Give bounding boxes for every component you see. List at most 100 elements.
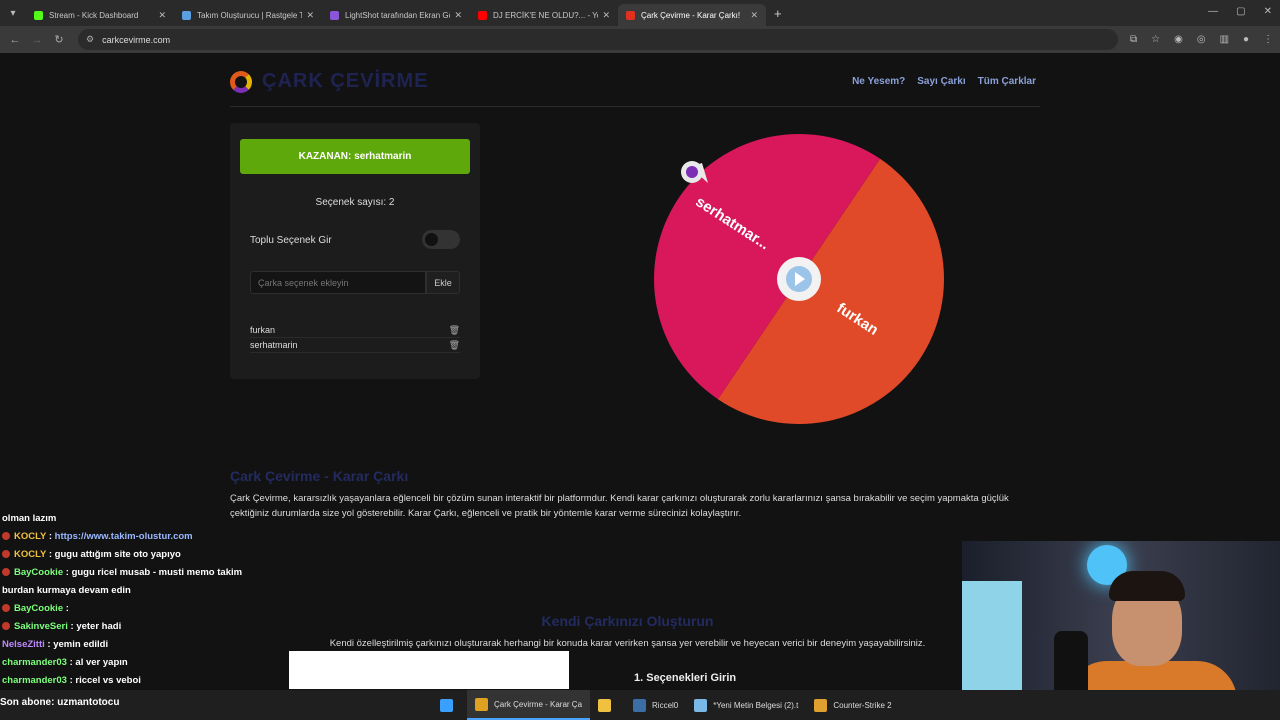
chat-username: BayCookie bbox=[14, 603, 64, 614]
forward-icon[interactable]: → bbox=[26, 34, 48, 46]
site-info-icon[interactable]: ⚙ bbox=[86, 34, 94, 45]
chat-badge-icon bbox=[2, 568, 10, 577]
nav-tum-carklar[interactable]: Tüm Çarklar bbox=[978, 76, 1036, 87]
nav-sayi-carki[interactable]: Sayı Çarkı bbox=[917, 76, 965, 87]
taskbar-app-label: Çark Çevirme - Karar Ça bbox=[494, 699, 583, 709]
chat-message: burdan kurmaya devam edin bbox=[0, 582, 290, 600]
trash-icon[interactable]: 🗑 bbox=[449, 325, 460, 336]
trash-icon[interactable]: 🗑 bbox=[449, 340, 460, 351]
chat-badge-icon bbox=[2, 550, 10, 559]
stream-chat-overlay: olman lazım KOCLY : https://www.takim-olu… bbox=[0, 510, 290, 720]
taskbar-app-label: Counter-Strike 2 bbox=[833, 700, 892, 710]
chat-message: olman lazım bbox=[0, 510, 290, 528]
logo-icon bbox=[230, 70, 252, 93]
app-icon bbox=[440, 698, 453, 712]
last-subscriber: Son abone: uzmantotocu bbox=[0, 697, 120, 708]
taskbar-app[interactable]: Counter-Strike 2 bbox=[806, 690, 899, 720]
taskbar-app[interactable]: Çark Çevirme - Karar Ça bbox=[467, 690, 591, 720]
chat-text: gugu ricel musab - musti memo takim bbox=[71, 567, 243, 578]
sidepanel-icon[interactable]: ▥ bbox=[1220, 34, 1229, 45]
chat-badge-icon bbox=[2, 622, 10, 631]
taskbar-app-label: Riccel0 bbox=[652, 700, 679, 710]
overlay-white-box bbox=[289, 651, 569, 689]
taskbar-app[interactable]: *Yeni Metin Belgesi (2).t bbox=[686, 690, 806, 720]
winner-banner: KAZANAN: serhatmarin bbox=[240, 139, 470, 174]
chat-badge-icon bbox=[2, 532, 10, 541]
translate-icon[interactable]: ◎ bbox=[1197, 34, 1206, 45]
chat-badge-icon bbox=[2, 604, 10, 613]
tab-close-icon[interactable]: ✕ bbox=[602, 10, 610, 21]
webcam-monitor bbox=[962, 581, 1022, 701]
add-option-button[interactable]: Ekle bbox=[426, 271, 460, 294]
chat-username: NelseZitti bbox=[2, 639, 45, 650]
chat-message: BayCookie : bbox=[0, 600, 290, 618]
new-tab-icon[interactable]: + bbox=[774, 6, 782, 21]
back-icon[interactable]: ← bbox=[4, 34, 26, 46]
url-field[interactable]: ⚙ carkcevirme.com bbox=[78, 29, 1118, 50]
bulk-entry-toggle[interactable] bbox=[422, 230, 460, 249]
browser-tab[interactable]: LightShot tarafından Ekran Gö... ✕ bbox=[322, 4, 470, 26]
address-bar-row: ← → ↻ ⚙ carkcevirme.com ⧉ ☆ ◉ ◎ ▥ ● ⋮ bbox=[0, 26, 1280, 53]
tab-close-icon[interactable]: ✕ bbox=[750, 10, 758, 21]
browser-tab[interactable]: Çark Çevirme - Karar Çarkı! ✕ bbox=[618, 4, 766, 26]
tab-title: Stream - Kick Dashboard bbox=[49, 10, 139, 20]
reload-icon[interactable]: ↻ bbox=[48, 33, 70, 46]
extension-icon[interactable]: ◉ bbox=[1174, 34, 1183, 45]
option-input[interactable] bbox=[250, 271, 426, 294]
app-icon bbox=[633, 698, 647, 712]
tab-close-icon[interactable]: ✕ bbox=[306, 10, 314, 21]
install-icon[interactable]: ⧉ bbox=[1130, 34, 1137, 45]
step-1-title: 1. Seçenekleri Girin bbox=[634, 672, 737, 684]
taskbar-items: Çark Çevirme - Karar Ça Riccel0 *Yeni Meti… bbox=[432, 690, 900, 720]
taskbar-app-label: *Yeni Metin Belgesi (2).t bbox=[713, 700, 799, 710]
chat-username: charmander03 bbox=[2, 675, 67, 686]
logo-text: ÇARK ÇEVİRME bbox=[262, 70, 429, 92]
site-logo[interactable]: ÇARK ÇEVİRME bbox=[230, 70, 428, 93]
tab-title: DJ ERCİK'E NE OLDU?... - YouTu... bbox=[493, 10, 598, 20]
chat-username: KOCLY bbox=[14, 549, 47, 560]
taskbar-app[interactable] bbox=[432, 690, 467, 720]
app-icon bbox=[814, 698, 828, 712]
webcam-person-hair bbox=[1109, 571, 1185, 601]
tab-title: Çark Çevirme - Karar Çarkı! bbox=[641, 10, 741, 20]
tab-search-icon[interactable]: ▾ bbox=[0, 0, 26, 26]
maximize-icon[interactable]: ▢ bbox=[1236, 6, 1245, 17]
header-divider bbox=[230, 106, 1040, 107]
chat-text: burdan kurmaya devam edin bbox=[2, 585, 131, 596]
browser-tab[interactable]: Takım Oluşturucu | Rastgele Ta...✕ bbox=[174, 4, 322, 26]
tab-favicon-icon bbox=[182, 10, 191, 20]
chat-message: charmander03 : riccel vs veboi bbox=[0, 672, 290, 690]
option-list: furkan 🗑 serhatmarin 🗑 bbox=[250, 323, 460, 353]
bulk-entry-label: Toplu Seçenek Gir bbox=[250, 235, 332, 246]
chat-text: olman lazım bbox=[2, 513, 57, 524]
chat-separator: : bbox=[46, 531, 55, 542]
tab-close-icon[interactable]: ✕ bbox=[158, 10, 166, 21]
taskbar-app[interactable] bbox=[590, 690, 625, 720]
tab-title: LightShot tarafından Ekran Gö... bbox=[345, 10, 451, 20]
top-nav: Ne Yesem? Sayı Çarkı Tüm Çarklar bbox=[852, 76, 1036, 87]
close-window-icon[interactable]: ✕ bbox=[1264, 6, 1272, 17]
bookmark-star-icon[interactable]: ☆ bbox=[1151, 34, 1160, 45]
toggle-knob bbox=[425, 233, 438, 246]
chat-text: yeter hadi bbox=[76, 621, 122, 632]
profile-icon[interactable]: ● bbox=[1243, 34, 1249, 45]
url-text: carkcevirme.com bbox=[102, 34, 171, 45]
taskbar-app[interactable]: Riccel0 bbox=[625, 690, 686, 720]
nav-ne-yesem[interactable]: Ne Yesem? bbox=[852, 76, 905, 87]
spin-wheel[interactable]: serhatmar... furkan bbox=[650, 131, 950, 431]
chat-message: KOCLY : gugu attığım site oto yapıyo bbox=[0, 546, 290, 564]
browser-tab[interactable]: DJ ERCİK'E NE OLDU?... - YouTu... ✕ bbox=[470, 4, 618, 26]
chat-message: SakinveSeri : yeter hadi bbox=[0, 618, 290, 636]
chat-separator: : bbox=[63, 567, 72, 578]
minimize-icon[interactable]: — bbox=[1208, 6, 1218, 17]
toolbar-icons: ⧉ ☆ ◉ ◎ ▥ ● ⋮ bbox=[1130, 34, 1273, 45]
chat-text: al ver yapın bbox=[75, 657, 128, 668]
chat-message: charmander03 : al ver yapın bbox=[0, 654, 290, 672]
chat-separator: : bbox=[44, 639, 54, 650]
browser-tab[interactable]: Stream - Kick Dashboard ✕ bbox=[26, 4, 174, 26]
app-icon bbox=[598, 698, 612, 712]
menu-icon[interactable]: ⋮ bbox=[1263, 34, 1273, 45]
tab-close-icon[interactable]: ✕ bbox=[454, 10, 462, 21]
intro-paragraph: Çark Çevirme, kararsızlık yaşayanlara eğ… bbox=[230, 493, 1009, 519]
tab-favicon-icon bbox=[34, 10, 43, 20]
